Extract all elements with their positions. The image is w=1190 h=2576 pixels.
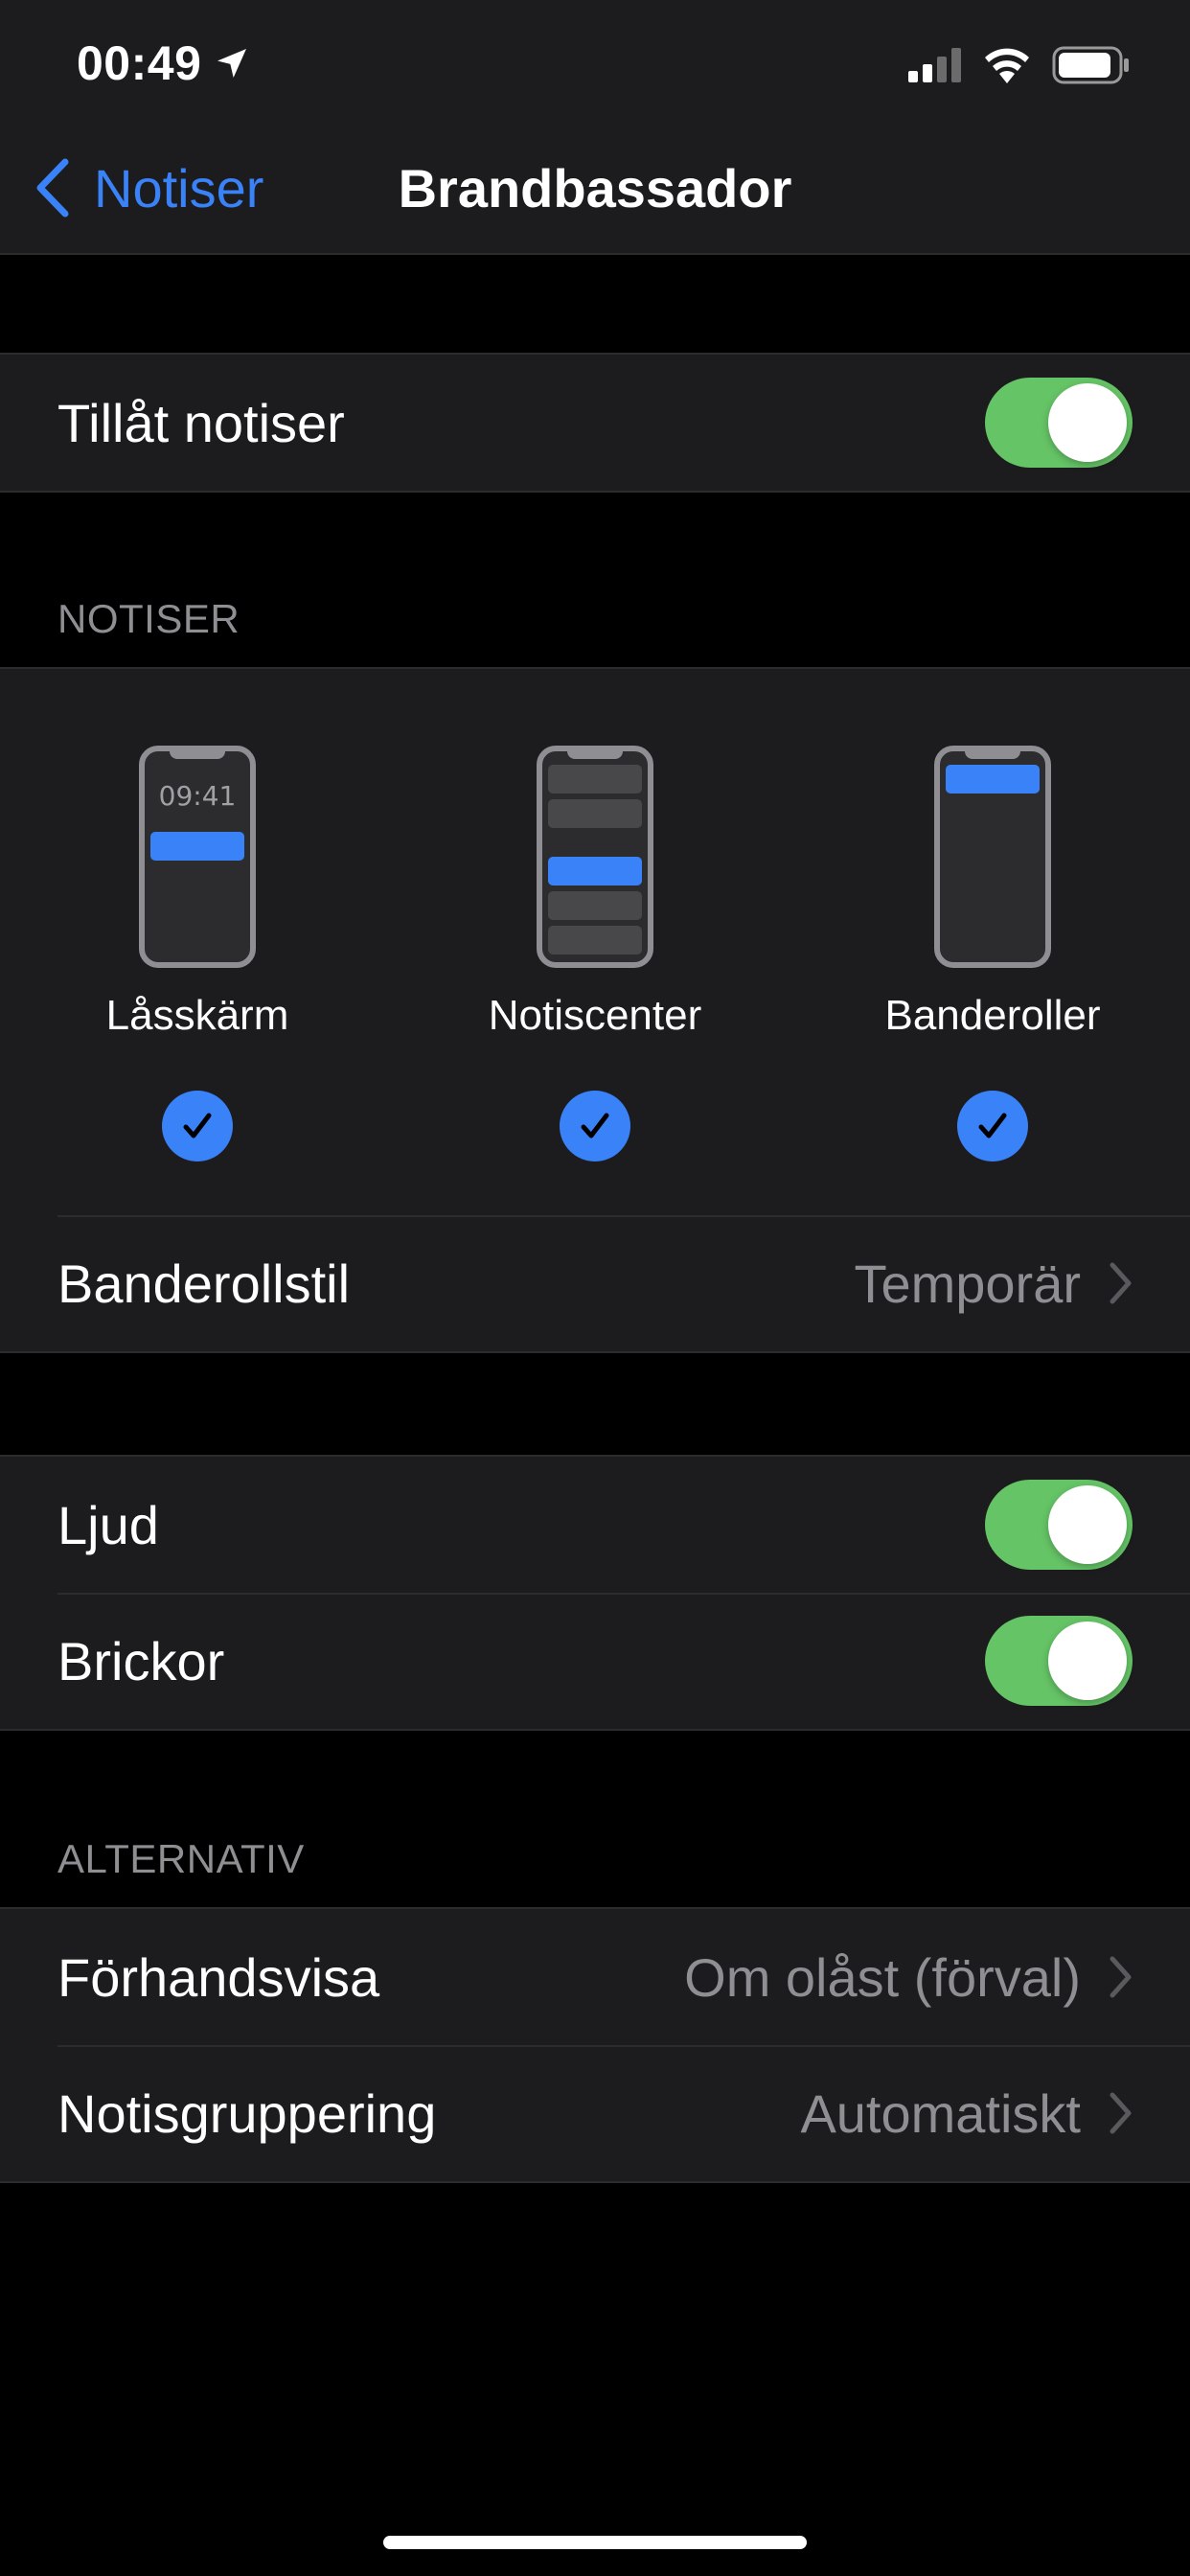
checkmark-icon[interactable] — [560, 1091, 630, 1162]
sound-row: Ljud — [0, 1457, 1190, 1593]
grouping-row[interactable]: Notisgruppering Automatiskt — [0, 2045, 1190, 2181]
allow-notifications-group: Tillåt notiser — [0, 353, 1190, 493]
lock-screen-preview-icon: 09:41 — [139, 746, 256, 968]
badges-label: Brickor — [57, 1630, 225, 1691]
checkmark-icon[interactable] — [957, 1091, 1028, 1162]
page-title: Brandbassador — [398, 157, 792, 218]
status-indicators — [908, 40, 1131, 90]
grouping-value: Automatiskt — [800, 2082, 1081, 2144]
cellular-signal-icon — [908, 48, 961, 82]
allow-notifications-label: Tillåt notiser — [57, 392, 345, 453]
banner-style-value: Temporär — [854, 1253, 1081, 1314]
preview-value: Om olåst (förval) — [684, 1946, 1081, 2008]
toggle-knob — [1048, 1622, 1127, 1700]
notification-settings-screen: 00:49 Notiser Brandbassador Tillåt notis… — [0, 0, 1190, 2576]
status-time-text: 00:49 — [77, 36, 202, 90]
allow-notifications-row: Tillåt notiser — [0, 355, 1190, 491]
location-arrow-icon — [217, 49, 247, 78]
sound-label: Ljud — [57, 1494, 159, 1555]
allow-notifications-toggle[interactable] — [985, 378, 1133, 468]
option-lock-screen[interactable]: 09:41 Låsskärm — [54, 746, 341, 1162]
alert-style-options: 09:41 Låsskärm Notiscenter Banderoller — [0, 669, 1190, 1215]
battery-icon — [1052, 46, 1129, 84]
chevron-right-icon — [1110, 1262, 1132, 1304]
preview-row[interactable]: Förhandsvisa Om olåst (förval) — [0, 1909, 1190, 2045]
chevron-right-icon — [1110, 2092, 1132, 2134]
checkmark-icon[interactable] — [162, 1091, 233, 1162]
badges-row: Brickor — [0, 1593, 1190, 1729]
option-banners[interactable]: Banderoller — [849, 746, 1136, 1162]
toggle-knob — [1048, 383, 1127, 462]
notifications-section-header: NOTISER — [57, 596, 240, 641]
grouping-label: Notisgruppering — [57, 2082, 437, 2144]
status-time: 00:49 — [77, 33, 251, 94]
chevron-right-icon — [1110, 1956, 1132, 1998]
option-label: Banderoller — [884, 992, 1101, 1039]
sound-toggle[interactable] — [985, 1480, 1133, 1570]
wifi-icon — [985, 48, 1029, 83]
toggle-knob — [1048, 1485, 1127, 1564]
badges-toggle[interactable] — [985, 1616, 1133, 1706]
option-notification-center[interactable]: Notiscenter — [451, 746, 739, 1162]
home-indicator[interactable] — [383, 2536, 807, 2549]
banner-style-row[interactable]: Banderollstil Temporär — [0, 1215, 1190, 1351]
notification-center-preview-icon — [537, 746, 653, 968]
option-label: Låsskärm — [105, 992, 289, 1039]
preview-time: 09:41 — [158, 780, 237, 812]
top-bar: 00:49 Notiser Brandbassador — [0, 0, 1190, 255]
options-section-header: ALTERNATIV — [57, 1836, 305, 1881]
preview-label: Förhandsvisa — [57, 1946, 380, 2008]
notifications-group: 09:41 Låsskärm Notiscenter Banderoller B… — [0, 667, 1190, 1353]
options-group: Förhandsvisa Om olåst (förval) Notisgrup… — [0, 1907, 1190, 2183]
banners-preview-icon — [934, 746, 1051, 968]
banner-style-label: Banderollstil — [57, 1253, 351, 1314]
sound-badges-group: Ljud Brickor — [0, 1455, 1190, 1731]
option-label: Notiscenter — [488, 992, 702, 1039]
